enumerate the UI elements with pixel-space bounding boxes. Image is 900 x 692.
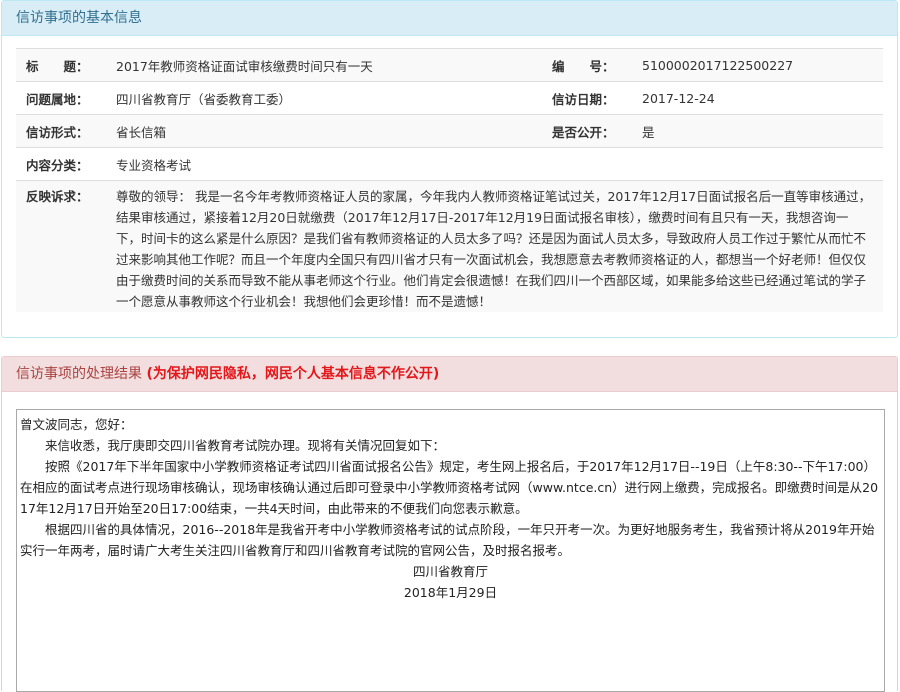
number-label: 编 号： bbox=[542, 48, 632, 82]
result-panel: 信访事项的处理结果 (为保护网民隐私，网民个人基本信息不作公开) 曾文波同志，您… bbox=[1, 356, 898, 692]
category-value: 专业资格考试 bbox=[106, 147, 883, 181]
appeal-label: 反映诉求： bbox=[16, 180, 106, 312]
reply-paragraph-2: 按照《2017年下半年国家中小学教师资格证考试四川省面试报名公告》规定，考生网上… bbox=[20, 459, 879, 516]
basic-info-heading: 信访事项的基本信息 bbox=[2, 1, 897, 36]
subject-value: 2017年教师资格证面试审核缴费时间只有一天 bbox=[106, 48, 542, 82]
row-appeal: 反映诉求： 尊敬的领导： 我是一名今年考教师资格证人员的家属，今年我内人教师资格… bbox=[16, 180, 883, 312]
basic-info-title: 信访事项的基本信息 bbox=[16, 10, 142, 26]
number-value: 5100002017122500227 bbox=[632, 48, 883, 82]
location-value: 四川省教育厅（省委教育工委） bbox=[106, 81, 542, 115]
subject-label: 标 题： bbox=[16, 48, 106, 82]
basic-info-table: 标 题： 2017年教师资格证面试审核缴费时间只有一天 编 号： 5100002… bbox=[16, 48, 883, 312]
date-label: 信访日期： bbox=[542, 81, 632, 115]
reply-paragraph-3: 根据四川省的具体情况，2016--2018年是我省开考中小学教师资格考试的试点阶… bbox=[20, 522, 875, 558]
category-label: 内容分类： bbox=[16, 147, 106, 181]
row-subject: 标 题： 2017年教师资格证面试审核缴费时间只有一天 编 号： 5100002… bbox=[16, 48, 883, 82]
reply-greeting: 曾文波同志，您好： bbox=[20, 417, 133, 432]
reply-signature: 四川省教育厅 bbox=[412, 564, 488, 579]
reply-textbox[interactable]: 曾文波同志，您好： 来信收悉，我厅庚即交四川省教育考试院办理。现将有关情况回复如… bbox=[16, 409, 885, 692]
location-label: 问题属地： bbox=[16, 81, 106, 115]
row-location: 问题属地： 四川省教育厅（省委教育工委） 信访日期： 2017-12-24 bbox=[16, 81, 883, 115]
basic-info-panel: 信访事项的基本信息 标 题： 2017年教师资格证面试审核缴费时间只有一天 编 … bbox=[1, 0, 898, 338]
privacy-note: (为保护网民隐私，网民个人基本信息不作公开) bbox=[146, 366, 440, 382]
row-form: 信访形式： 省长信箱 是否公开： 是 bbox=[16, 114, 883, 148]
form-value: 省长信箱 bbox=[106, 114, 542, 148]
public-value: 是 bbox=[632, 114, 883, 148]
reply-date: 2018年1月29日 bbox=[403, 585, 498, 600]
result-title: 信访事项的处理结果 bbox=[16, 366, 142, 382]
reply-paragraph-1: 来信收悉，我厅庚即交四川省教育考试院办理。现将有关情况回复如下： bbox=[45, 438, 446, 453]
public-label: 是否公开： bbox=[542, 114, 632, 148]
appeal-value: 尊敬的领导： 我是一名今年考教师资格证人员的家属，今年我内人教师资格证笔试过关，… bbox=[106, 180, 883, 312]
row-category: 内容分类： 专业资格考试 bbox=[16, 147, 883, 181]
date-value: 2017-12-24 bbox=[632, 81, 883, 115]
form-label: 信访形式： bbox=[16, 114, 106, 148]
result-heading: 信访事项的处理结果 (为保护网民隐私，网民个人基本信息不作公开) bbox=[2, 357, 897, 392]
